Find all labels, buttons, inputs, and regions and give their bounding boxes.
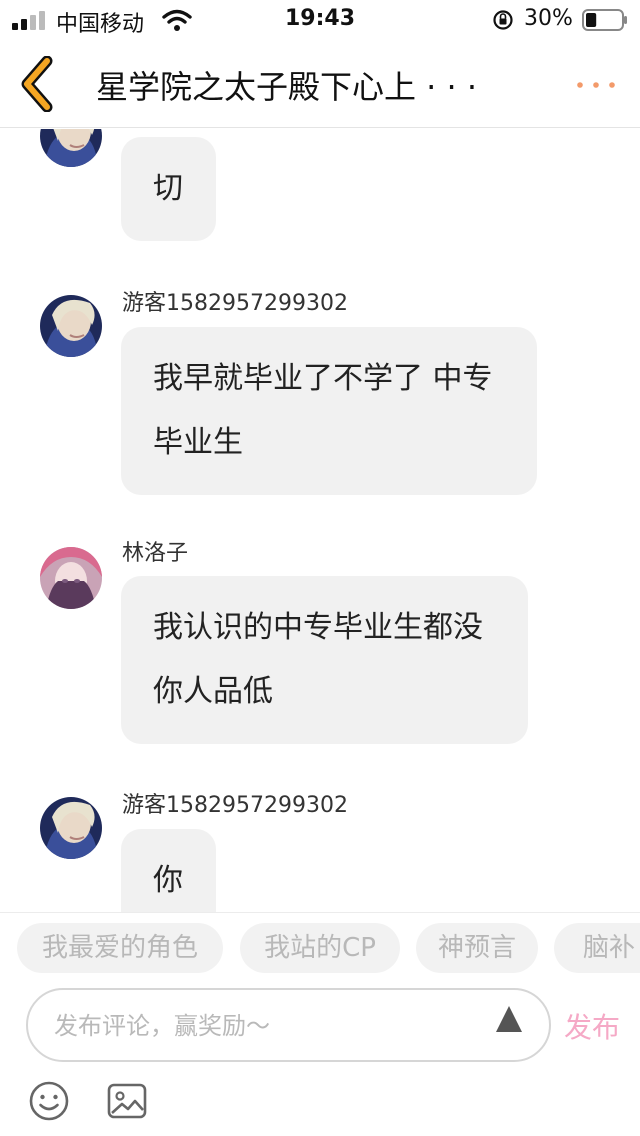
- comment-input[interactable]: [54, 1010, 494, 1042]
- username[interactable]: 游客1582957299302: [122, 285, 348, 317]
- avatar[interactable]: [40, 547, 102, 609]
- tag-chip[interactable]: 我最爱的角色: [17, 923, 223, 973]
- page-title: 星学院之太子殿下心上 · · ·: [96, 68, 478, 106]
- blonde-avatar-icon: [40, 797, 102, 859]
- pink-avatar-icon: [40, 547, 102, 609]
- nav-bar: 星学院之太子殿下心上 · · ·: [0, 40, 640, 128]
- avatar[interactable]: [40, 129, 102, 167]
- tag-chip[interactable]: 神预言: [416, 923, 538, 973]
- message-bubble[interactable]: 你: [121, 829, 216, 912]
- battery-percent: 30%: [524, 6, 573, 31]
- comment-input-box[interactable]: [26, 988, 551, 1062]
- back-chevron-icon[interactable]: [18, 56, 58, 112]
- avatar[interactable]: [40, 797, 102, 859]
- blonde-avatar-icon: [40, 295, 102, 357]
- rotation-lock-icon: [493, 10, 513, 30]
- username[interactable]: 游客1582957299302: [122, 787, 348, 819]
- keyboard-toggle-icon[interactable]: [494, 1004, 524, 1034]
- message-bubble[interactable]: 我认识的中专毕业生都没你人品低: [121, 576, 528, 744]
- publish-button[interactable]: 发布: [564, 1006, 620, 1046]
- tag-chip[interactable]: 我站的CP: [240, 923, 400, 973]
- message-bubble[interactable]: 我早就毕业了不学了 中专毕业生: [121, 327, 537, 495]
- tag-chip[interactable]: 脑补: [554, 923, 640, 973]
- comment-thread[interactable]: 切 游客1582957299302 我早就毕业了不学了 中专毕业生 林洛子 我认…: [0, 129, 640, 912]
- avatar[interactable]: [40, 295, 102, 357]
- username[interactable]: 林洛子: [122, 535, 188, 567]
- topic-tags: 我最爱的角色 我站的CP 神预言 脑补: [0, 912, 640, 982]
- more-dots-icon[interactable]: [574, 70, 618, 100]
- image-icon[interactable]: [106, 1080, 148, 1122]
- status-bar: 中国移动 19:43 30%: [0, 0, 640, 40]
- blonde-avatar-icon: [40, 129, 102, 167]
- message-bubble[interactable]: 切: [121, 137, 216, 241]
- battery-icon: [582, 9, 627, 31]
- emoji-icon[interactable]: [28, 1080, 70, 1122]
